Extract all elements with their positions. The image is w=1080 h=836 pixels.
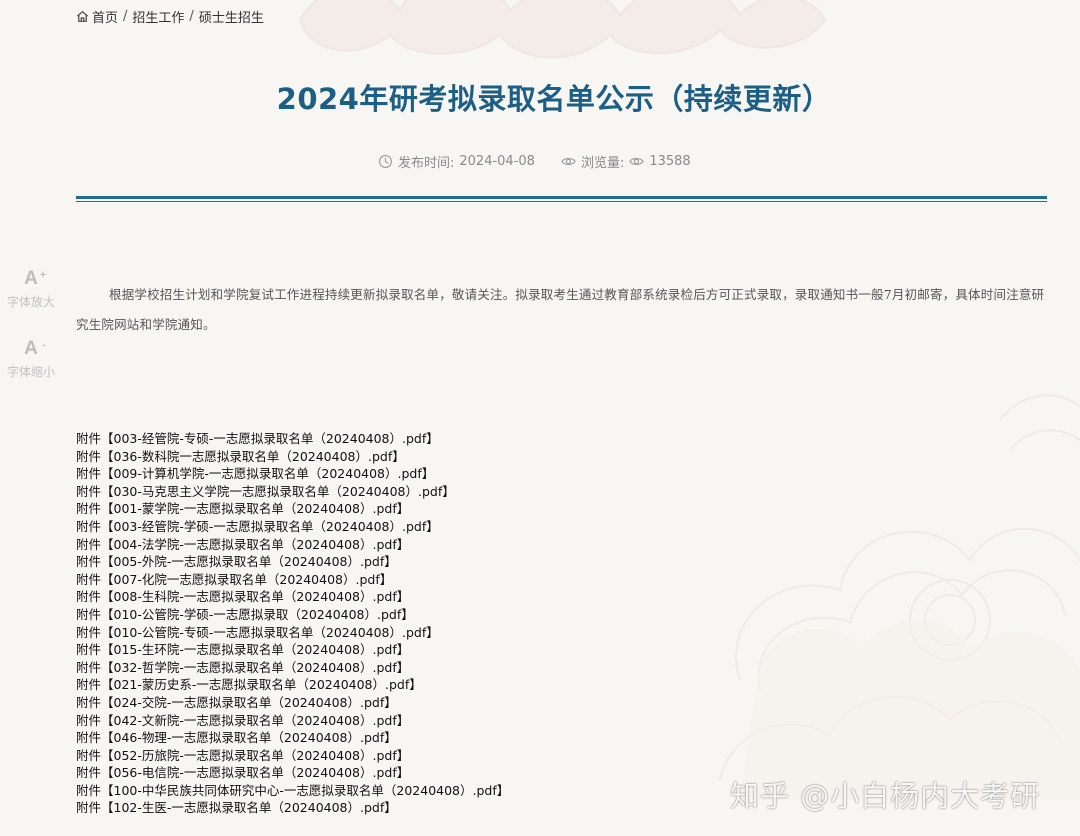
view-count: 浏览量: 13588	[561, 152, 691, 171]
font-increase-button[interactable]: A + 字体放大	[0, 268, 62, 310]
cloud-pattern-top	[298, 0, 827, 59]
attachment-link[interactable]: 附件【032-哲学院-一志愿拟录取名单（20240408）.pdf】	[76, 660, 409, 675]
attachment-link[interactable]: 附件【042-文新院-一志愿拟录取名单（20240408）.pdf】	[76, 713, 409, 728]
article-meta: 发布时间: 2024-04-08 浏览量: 13588	[378, 152, 691, 171]
attachment-link[interactable]: 附件【030-马克思主义学院一志愿拟录取名单（20240408）.pdf】	[76, 484, 455, 499]
list-item: 附件【024-交院-一志愿拟录取名单（20240408）.pdf】	[76, 694, 509, 712]
list-item: 附件【030-马克思主义学院一志愿拟录取名单（20240408）.pdf】	[76, 483, 509, 501]
page-title: 2024年研考拟录取名单公示（持续更新）	[276, 82, 832, 116]
attachment-link[interactable]: 附件【004-法学院-一志愿拟录取名单（20240408）.pdf】	[76, 537, 409, 552]
font-increase-icon: A +	[24, 268, 46, 289]
attachment-link[interactable]: 附件【102-生医-一志愿拟录取名单（20240408）.pdf】	[76, 800, 397, 815]
list-item: 附件【102-生医-一志愿拟录取名单（20240408）.pdf】	[76, 799, 509, 817]
list-item: 附件【042-文新院-一志愿拟录取名单（20240408）.pdf】	[76, 712, 509, 730]
breadcrumb-home-link[interactable]: 首页	[92, 7, 118, 26]
list-item: 附件【036-数科院一志愿拟录取名单（20240408）.pdf】	[76, 448, 509, 466]
attachment-link[interactable]: 附件【015-生环院-一志愿拟录取名单（20240408）.pdf】	[76, 642, 409, 657]
attachment-link[interactable]: 附件【052-历旅院-一志愿拟录取名单（20240408）.pdf】	[76, 748, 409, 763]
list-item: 附件【015-生环院-一志愿拟录取名单（20240408）.pdf】	[76, 641, 509, 659]
font-decrease-icon: A-	[24, 338, 46, 359]
list-item: 附件【003-经管院-学硕-一志愿拟录取名单（20240408）.pdf】	[76, 518, 509, 536]
attachment-link[interactable]: 附件【100-中华民族共同体研究中心-一志愿拟录取名单（20240408）.pd…	[76, 783, 509, 798]
attachment-list: 附件【003-经管院-专硕-一志愿拟录取名单（20240408）.pdf】 附件…	[76, 430, 509, 817]
attachment-link[interactable]: 附件【008-生科院-一志愿拟录取名单（20240408）.pdf】	[76, 589, 409, 604]
publish-time: 发布时间: 2024-04-08	[378, 152, 535, 171]
views-count: 13588	[649, 154, 691, 169]
font-decrease-label: 字体缩小	[6, 365, 55, 379]
list-item: 附件【010-公管院-学硕-一志愿拟录取（20240408）.pdf】	[76, 606, 509, 624]
list-item: 附件【100-中华民族共同体研究中心-一志愿拟录取名单（20240408）.pd…	[76, 782, 509, 800]
publish-date: 2024-04-08	[459, 154, 535, 169]
attachment-link[interactable]: 附件【046-物理-一志愿拟录取名单（20240408）.pdf】	[76, 730, 397, 745]
attachment-link[interactable]: 附件【003-经管院-专硕-一志愿拟录取名单（20240408）.pdf】	[76, 431, 439, 446]
title-divider-thin	[76, 201, 1047, 202]
font-size-tools: A + 字体放大 A- 字体缩小	[0, 268, 62, 408]
list-item: 附件【010-公管院-专硕-一志愿拟录取名单（20240408）.pdf】	[76, 624, 509, 642]
list-item: 附件【021-蒙历史系-一志愿拟录取名单（20240408）.pdf】	[76, 676, 509, 694]
attachment-link[interactable]: 附件【010-公管院-专硕-一志愿拟录取名单（20240408）.pdf】	[76, 625, 439, 640]
list-item: 附件【009-计算机学院-一志愿拟录取名单（20240408）.pdf】	[76, 465, 509, 483]
attachment-link[interactable]: 附件【009-计算机学院-一志愿拟录取名单（20240408）.pdf】	[76, 466, 434, 481]
breadcrumb-recruitment-link[interactable]: 招生工作	[132, 7, 184, 26]
views-label: 浏览量:	[580, 156, 625, 171]
attachment-link[interactable]: 附件【005-外院-一志愿拟录取名单（20240408）.pdf】	[76, 554, 397, 569]
list-item: 附件【007-化院一志愿拟录取名单（20240408）.pdf】	[76, 571, 509, 589]
breadcrumb-separator: /	[123, 9, 128, 24]
list-item: 附件【004-法学院-一志愿拟录取名单（20240408）.pdf】	[76, 536, 509, 554]
list-item: 附件【052-历旅院-一志愿拟录取名单（20240408）.pdf】	[76, 747, 509, 765]
eye-icon	[629, 157, 645, 166]
attachment-link[interactable]: 附件【001-蒙学院-一志愿拟录取名单（20240408）.pdf】	[76, 501, 409, 516]
eye-icon	[561, 157, 576, 166]
attachment-link[interactable]: 附件【003-经管院-学硕-一志愿拟录取名单（20240408）.pdf】	[76, 519, 439, 534]
list-item: 附件【005-外院-一志愿拟录取名单（20240408）.pdf】	[76, 553, 509, 571]
list-item: 附件【032-哲学院-一志愿拟录取名单（20240408）.pdf】	[76, 659, 509, 677]
list-item: 附件【003-经管院-专硕-一志愿拟录取名单（20240408）.pdf】	[76, 430, 509, 448]
title-divider	[76, 196, 1047, 199]
list-item: 附件【046-物理-一志愿拟录取名单（20240408）.pdf】	[76, 729, 509, 747]
breadcrumb-master-link[interactable]: 硕士生招生	[199, 7, 264, 26]
attachment-link[interactable]: 附件【010-公管院-学硕-一志愿拟录取（20240408）.pdf】	[76, 607, 414, 622]
attachment-link[interactable]: 附件【007-化院一志愿拟录取名单（20240408）.pdf】	[76, 572, 392, 587]
attachment-link[interactable]: 附件【024-交院-一志愿拟录取名单（20240408）.pdf】	[76, 695, 397, 710]
publish-label: 发布时间:	[398, 156, 455, 171]
attachment-link[interactable]: 附件【036-数科院一志愿拟录取名单（20240408）.pdf】	[76, 449, 405, 464]
home-icon	[77, 11, 88, 22]
font-decrease-button[interactable]: A- 字体缩小	[0, 338, 62, 380]
cloud-pattern-right	[719, 394, 1080, 800]
attachment-link[interactable]: 附件【021-蒙历史系-一志愿拟录取名单（20240408）.pdf】	[76, 677, 422, 692]
attachment-link[interactable]: 附件【056-电信院-一志愿拟录取名单（20240408）.pdf】	[76, 765, 409, 780]
list-item: 附件【008-生科院-一志愿拟录取名单（20240408）.pdf】	[76, 588, 509, 606]
list-item: 附件【001-蒙学院-一志愿拟录取名单（20240408）.pdf】	[76, 500, 509, 518]
breadcrumb: 首页 / 招生工作 / 硕士生招生	[76, 7, 264, 26]
clock-icon	[379, 155, 392, 168]
breadcrumb-separator: /	[189, 9, 194, 24]
font-increase-label: 字体放大	[6, 295, 55, 309]
zhihu-watermark: 知乎 @小白杨内大考研	[730, 779, 1041, 813]
list-item: 附件【056-电信院-一志愿拟录取名单（20240408）.pdf】	[76, 764, 509, 782]
article-intro: 根据学校招生计划和学院复试工作进程持续更新拟录取名单，敬请关注。拟录取考生通过教…	[76, 287, 1045, 332]
